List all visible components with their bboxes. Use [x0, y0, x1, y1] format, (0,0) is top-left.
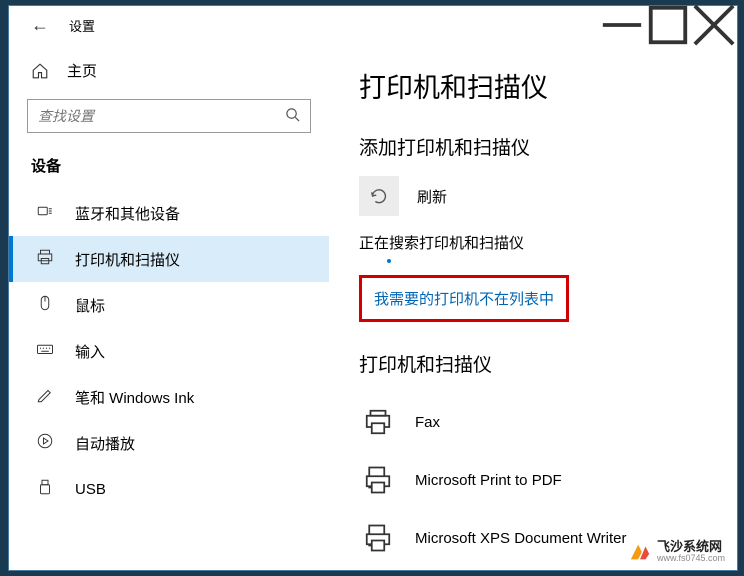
sidebar-section-title: 设备 [9, 151, 329, 190]
sidebar-item-label: 打印机和扫描仪 [75, 249, 180, 270]
home-icon [31, 62, 49, 80]
sidebar-item-printers[interactable]: 打印机和扫描仪 [9, 236, 329, 282]
sidebar-item-label: 笔和 Windows Ink [75, 387, 194, 408]
watermark-url: www.fs0745.com [657, 554, 725, 564]
printer-item-pdf[interactable]: Microsoft Print to PDF [359, 451, 707, 509]
printer-item-fax[interactable]: Fax [359, 393, 707, 451]
refresh-label: 刷新 [417, 186, 447, 207]
close-button[interactable] [691, 9, 737, 41]
autoplay-icon [35, 432, 55, 454]
progress-dot [387, 259, 391, 263]
home-link[interactable]: 主页 [9, 52, 329, 99]
maximize-button[interactable] [645, 9, 691, 41]
keyboard-icon [35, 340, 55, 362]
sidebar-item-bluetooth[interactable]: 蓝牙和其他设备 [9, 190, 329, 236]
printers-section-heading: 打印机和扫描仪 [359, 350, 707, 377]
home-label: 主页 [67, 60, 97, 81]
sidebar-item-label: USB [75, 481, 106, 498]
window-controls [599, 9, 737, 41]
page-title: 打印机和扫描仪 [359, 66, 707, 105]
printer-not-listed-link[interactable]: 我需要的打印机不在列表中 [374, 291, 554, 308]
search-box[interactable] [27, 99, 311, 133]
minimize-icon [599, 2, 645, 48]
sidebar-item-autoplay[interactable]: 自动播放 [9, 420, 329, 466]
sidebar-item-label: 鼠标 [75, 295, 105, 316]
search-icon [285, 107, 300, 126]
watermark-icon [629, 541, 651, 563]
refresh-icon [368, 185, 390, 207]
printer-label: Fax [415, 414, 440, 431]
mouse-icon [35, 294, 55, 316]
close-icon [691, 2, 737, 48]
sidebar-item-label: 自动播放 [75, 433, 135, 454]
printer-label: Microsoft XPS Document Writer [415, 530, 626, 547]
titlebar: ← 设置 [9, 6, 737, 44]
refresh-row: 刷新 [359, 176, 707, 216]
bluetooth-icon [35, 202, 55, 224]
printer-label: Microsoft Print to PDF [415, 472, 562, 489]
settings-window: ← 设置 主页 [8, 5, 738, 571]
search-wrap [9, 99, 329, 151]
sidebar-item-label: 蓝牙和其他设备 [75, 203, 180, 224]
printer-icon [35, 248, 55, 270]
watermark: 飞沙系统网 www.fs0745.com [629, 540, 725, 564]
sidebar-item-usb[interactable]: USB [9, 466, 329, 512]
usb-icon [35, 478, 55, 500]
xps-writer-icon [359, 519, 397, 557]
titlebar-left: ← 设置 [9, 15, 95, 36]
pen-icon [35, 386, 55, 408]
sidebar-item-mouse[interactable]: 鼠标 [9, 282, 329, 328]
sidebar-item-pen[interactable]: 笔和 Windows Ink [9, 374, 329, 420]
window-body: 主页 设备 蓝牙和其他设备 [9, 44, 737, 570]
main-content: 打印机和扫描仪 添加打印机和扫描仪 刷新 正在搜索打印机和扫描仪 我需要的打印机… [329, 44, 737, 570]
refresh-button[interactable] [359, 176, 399, 216]
watermark-name: 飞沙系统网 [657, 540, 725, 554]
watermark-text: 飞沙系统网 www.fs0745.com [657, 540, 725, 564]
sidebar-item-typing[interactable]: 输入 [9, 328, 329, 374]
sidebar: 主页 设备 蓝牙和其他设备 [9, 44, 329, 570]
print-to-pdf-icon [359, 461, 397, 499]
highlight-box: 我需要的打印机不在列表中 [359, 275, 569, 322]
maximize-icon [645, 2, 691, 48]
fax-icon [359, 403, 397, 441]
searching-text: 正在搜索打印机和扫描仪 [359, 232, 707, 253]
search-input[interactable] [38, 108, 285, 124]
minimize-button[interactable] [599, 9, 645, 41]
window-title: 设置 [69, 16, 95, 35]
sidebar-item-label: 输入 [75, 341, 105, 362]
add-section-heading: 添加打印机和扫描仪 [359, 133, 707, 160]
back-button[interactable]: ← [31, 15, 49, 36]
